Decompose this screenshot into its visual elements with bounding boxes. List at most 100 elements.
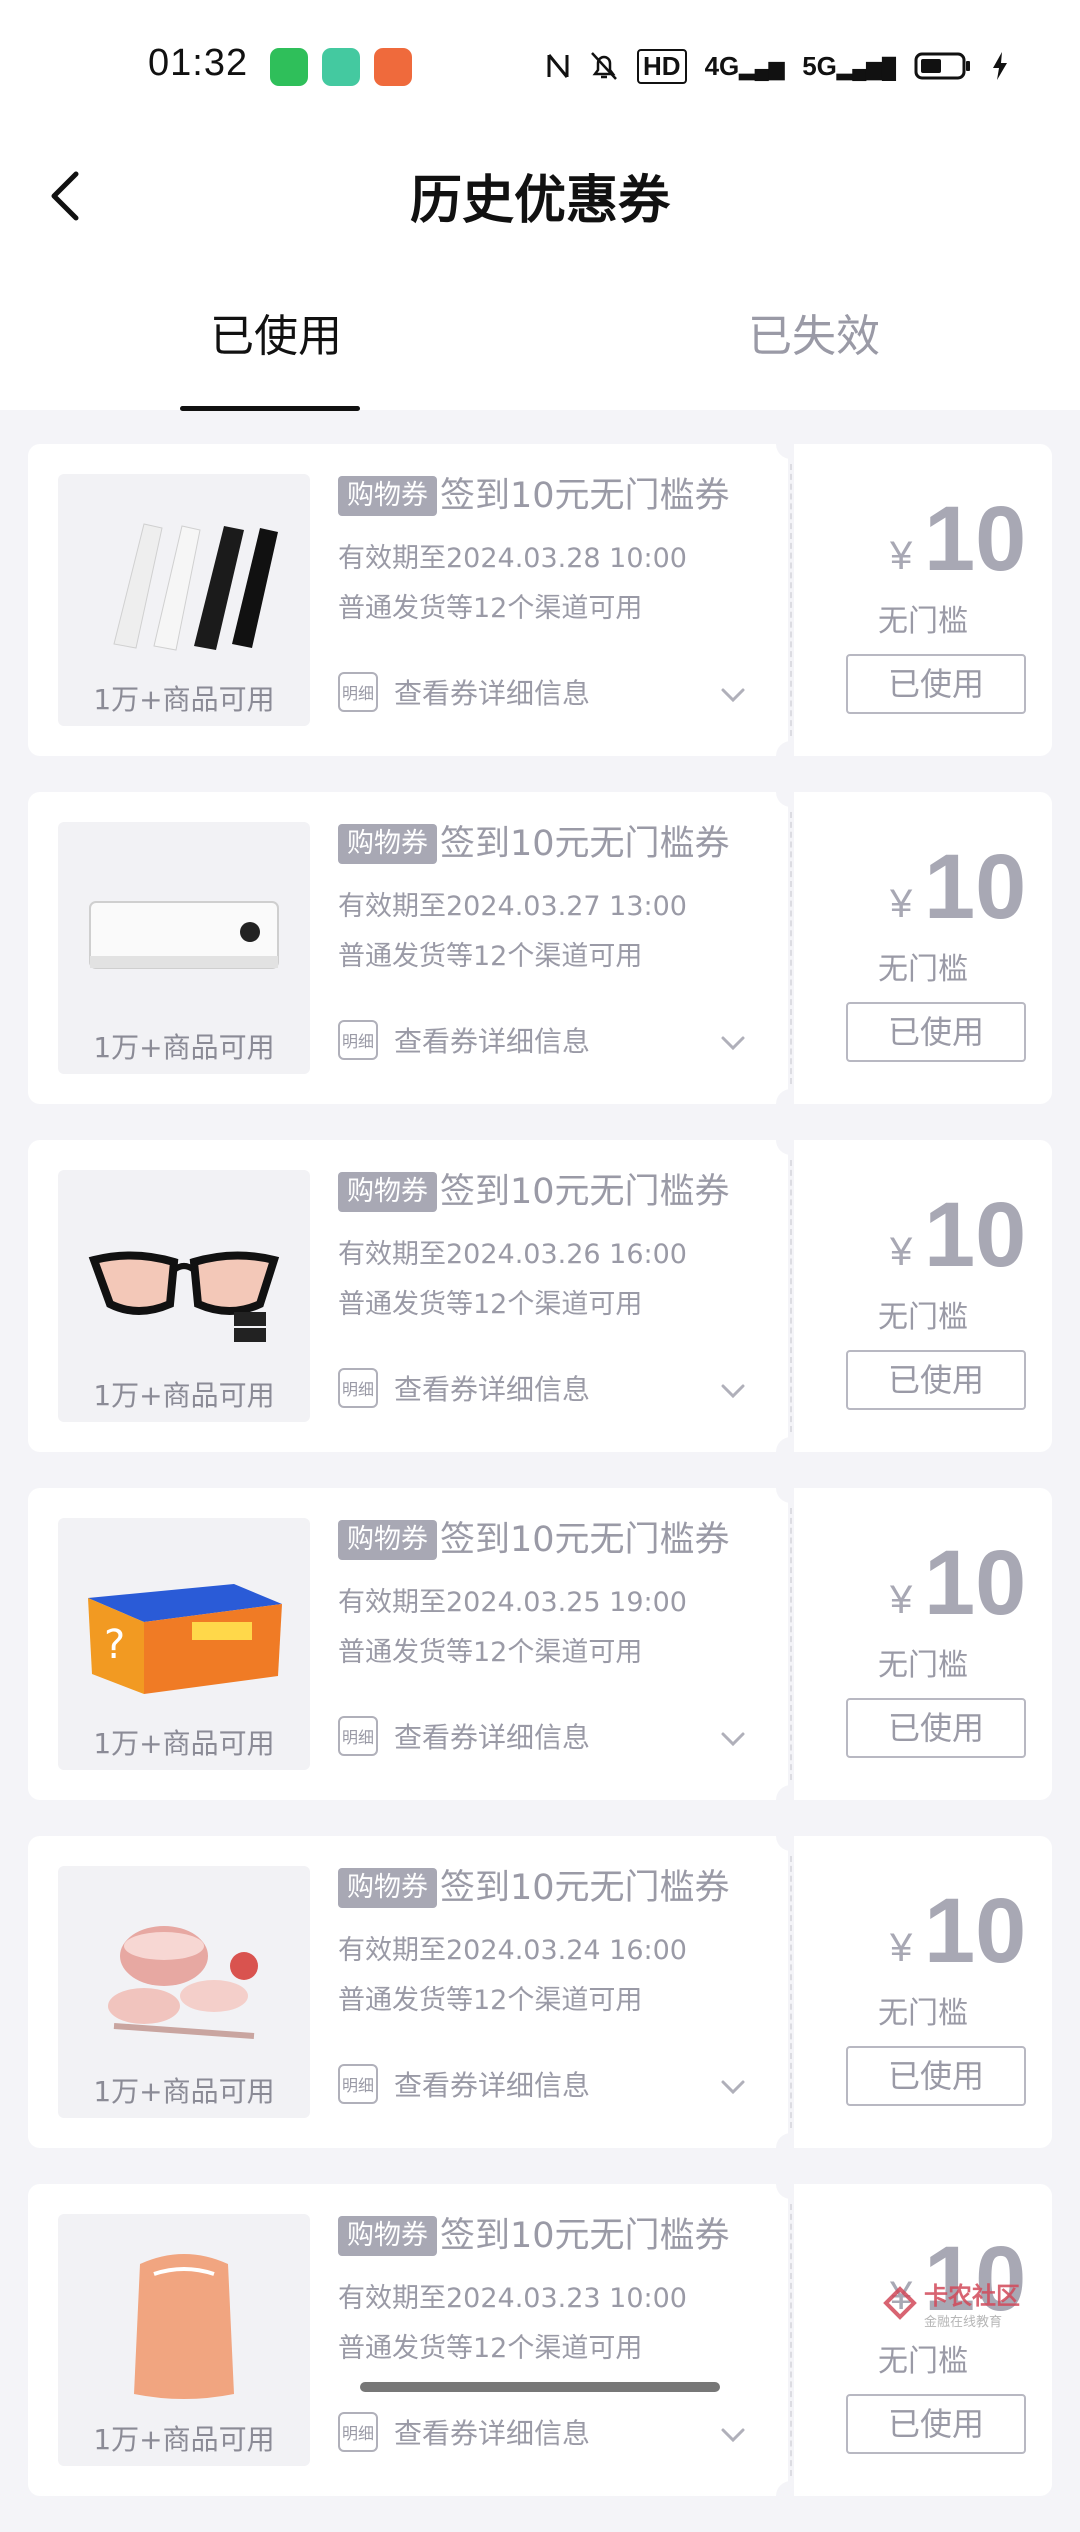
tab-expired[interactable]: 已失效: [748, 300, 880, 364]
details-icon: 明细: [338, 1368, 378, 1408]
coupon-title: 签到10元无门槛券: [440, 1516, 730, 1564]
header: 历史优惠券 已使用 已失效: [0, 130, 1080, 410]
coupon-value: ¥ 10 无门槛 已使用: [794, 1140, 1052, 1452]
coupon-type-badge: 购物券: [338, 1172, 437, 1212]
used-status-button[interactable]: 已使用: [846, 2394, 1026, 2454]
currency-symbol: ¥: [890, 882, 912, 927]
tab-used[interactable]: 已使用: [210, 300, 342, 364]
chevron-down-icon[interactable]: [718, 680, 748, 710]
view-details-link[interactable]: 明细 查看券详细信息: [338, 2410, 590, 2454]
product-thumbnail[interactable]: 1万+商品可用: [58, 2214, 310, 2466]
product-image-air-conditioner: [84, 852, 284, 1012]
home-indicator[interactable]: [360, 2382, 720, 2392]
signal-4g-label: 4G: [705, 51, 740, 81]
nfc-icon: [545, 51, 571, 81]
chevron-down-icon[interactable]: [718, 2072, 748, 2102]
view-details-label: 查看券详细信息: [394, 2412, 590, 2452]
view-details-link[interactable]: 明细 查看券详细信息: [338, 670, 590, 714]
view-details-link[interactable]: 明细 查看券详细信息: [338, 1018, 590, 1062]
used-status-button[interactable]: 已使用: [846, 1698, 1026, 1758]
product-image-tshirt-box: ?: [84, 1548, 284, 1708]
coupon-card[interactable]: 1万+商品可用 购物券 签到10元无门槛券 有效期至2024.03.27 13:…: [28, 792, 1052, 1104]
used-status-button[interactable]: 已使用: [846, 2046, 1026, 2106]
view-details-link[interactable]: 明细 查看券详细信息: [338, 1714, 590, 1758]
coupon-card[interactable]: 1万+商品可用 购物券 签到10元无门槛券 有效期至2024.03.26 16:…: [28, 1140, 1052, 1452]
product-thumbnail[interactable]: 1万+商品可用: [58, 474, 310, 726]
currency-symbol: ¥: [890, 1230, 912, 1275]
coupon-info: ? 1万+商品可用 购物券 签到10元无门槛券 有效期至2024.03.25 1…: [28, 1488, 788, 1800]
coupon-info: 1万+商品可用 购物券 签到10元无门槛券 有效期至2024.03.23 10:…: [28, 2184, 788, 2496]
coupon-threshold: 无门槛: [794, 2336, 1052, 2380]
product-image-arm-sleeves: [84, 504, 284, 664]
coupon-threshold: 无门槛: [794, 1988, 1052, 2032]
coupon-type-badge: 购物券: [338, 1520, 437, 1560]
divider: [790, 1508, 792, 1780]
product-thumbnail[interactable]: 1万+商品可用: [58, 1170, 310, 1422]
coupon-type-badge: 购物券: [338, 2216, 437, 2256]
coupon-card[interactable]: ? 1万+商品可用 购物券 签到10元无门槛券 有效期至2024.03.25 1…: [28, 1488, 1052, 1800]
product-thumbnail[interactable]: 1万+商品可用: [58, 1866, 310, 2118]
thumbnail-caption: 1万+商品可用: [58, 2418, 310, 2458]
details-icon: 明细: [338, 672, 378, 712]
status-bar: 01:32 HD 4G▂▄▆ 5G▂▄▆█: [0, 0, 1080, 130]
view-details-label: 查看券详细信息: [394, 1368, 590, 1408]
view-details-label: 查看券详细信息: [394, 1020, 590, 1060]
divider: [790, 2204, 792, 2476]
coupon-channels: 普通发货等12个渠道可用: [338, 1282, 642, 1321]
details-icon: 明细: [338, 2064, 378, 2104]
coupon-threshold: 无门槛: [794, 1292, 1052, 1336]
coupon-title: 签到10元无门槛券: [440, 2212, 730, 2260]
signal-4g-icon: 4G▂▄▆: [705, 51, 785, 82]
coupon-card[interactable]: 1万+商品可用 购物券 签到10元无门槛券 有效期至2024.03.28 10:…: [28, 444, 1052, 756]
used-status-button[interactable]: 已使用: [846, 1002, 1026, 1062]
page-title: 历史优惠券: [0, 158, 1080, 233]
coupon-info: 1万+商品可用 购物券 签到10元无门槛券 有效期至2024.03.26 16:…: [28, 1140, 788, 1452]
coupon-validity: 有效期至2024.03.25 19:00: [338, 1580, 687, 1619]
chevron-down-icon[interactable]: [718, 1376, 748, 1406]
coupon-channels: 普通发货等12个渠道可用: [338, 2326, 642, 2365]
signal-5g-icon: 5G▂▄▆█: [802, 51, 896, 82]
coupon-amount: 10: [924, 1528, 1026, 1638]
signal-5g-label: 5G: [802, 51, 837, 81]
coupon-card[interactable]: 1万+商品可用 购物券 签到10元无门槛券 有效期至2024.03.23 10:…: [28, 2184, 1052, 2496]
divider: [790, 1856, 792, 2128]
view-details-label: 查看券详细信息: [394, 2064, 590, 2104]
coupon-card[interactable]: 1万+商品可用 购物券 签到10元无门槛券 有效期至2024.03.24 16:…: [28, 1836, 1052, 2148]
coupon-value: ¥ 10 无门槛 已使用: [794, 792, 1052, 1104]
battery-icon: [914, 51, 972, 81]
details-icon: 明细: [338, 2412, 378, 2452]
view-details-link[interactable]: 明细 查看券详细信息: [338, 1366, 590, 1410]
product-image-orange-device: [84, 2244, 284, 2404]
coupon-info: 1万+商品可用 购物券 签到10元无门槛券 有效期至2024.03.27 13:…: [28, 792, 788, 1104]
coupon-value: ¥ 10 无门槛 已使用: [794, 444, 1052, 756]
used-status-button[interactable]: 已使用: [846, 654, 1026, 714]
thumbnail-caption: 1万+商品可用: [58, 1374, 310, 1414]
coupon-channels: 普通发货等12个渠道可用: [338, 1978, 642, 2017]
divider: [790, 812, 792, 1084]
coupon-amount: 10: [924, 1180, 1026, 1290]
view-details-link[interactable]: 明细 查看券详细信息: [338, 2062, 590, 2106]
coupon-validity: 有效期至2024.03.28 10:00: [338, 536, 687, 575]
product-thumbnail[interactable]: ? 1万+商品可用: [58, 1518, 310, 1770]
chevron-down-icon[interactable]: [718, 1028, 748, 1058]
coupon-info: 1万+商品可用 购物券 签到10元无门槛券 有效期至2024.03.28 10:…: [28, 444, 788, 756]
hd-icon: HD: [637, 49, 687, 84]
chevron-down-icon[interactable]: [718, 2420, 748, 2450]
product-thumbnail[interactable]: 1万+商品可用: [58, 822, 310, 1074]
mute-icon: [589, 50, 619, 82]
app-notification-icon: [322, 48, 360, 86]
coupon-channels: 普通发货等12个渠道可用: [338, 1630, 642, 1669]
coupon-validity: 有效期至2024.03.27 13:00: [338, 884, 687, 923]
coupon-title: 签到10元无门槛券: [440, 472, 730, 520]
thumbnail-caption: 1万+商品可用: [58, 2070, 310, 2110]
product-image-tableware: [84, 1896, 284, 2056]
used-status-button[interactable]: 已使用: [846, 1350, 1026, 1410]
coupon-channels: 普通发货等12个渠道可用: [338, 586, 642, 625]
coupon-value: ¥ 10 无门槛 已使用: [794, 2184, 1052, 2496]
watermark: 卡农社区 金融在线教育: [882, 2276, 1020, 2330]
coupon-validity: 有效期至2024.03.23 10:00: [338, 2276, 687, 2315]
coupon-validity: 有效期至2024.03.24 16:00: [338, 1928, 687, 1967]
coupon-title: 签到10元无门槛券: [440, 820, 730, 868]
status-time: 01:32: [148, 42, 248, 85]
chevron-down-icon[interactable]: [718, 1724, 748, 1754]
